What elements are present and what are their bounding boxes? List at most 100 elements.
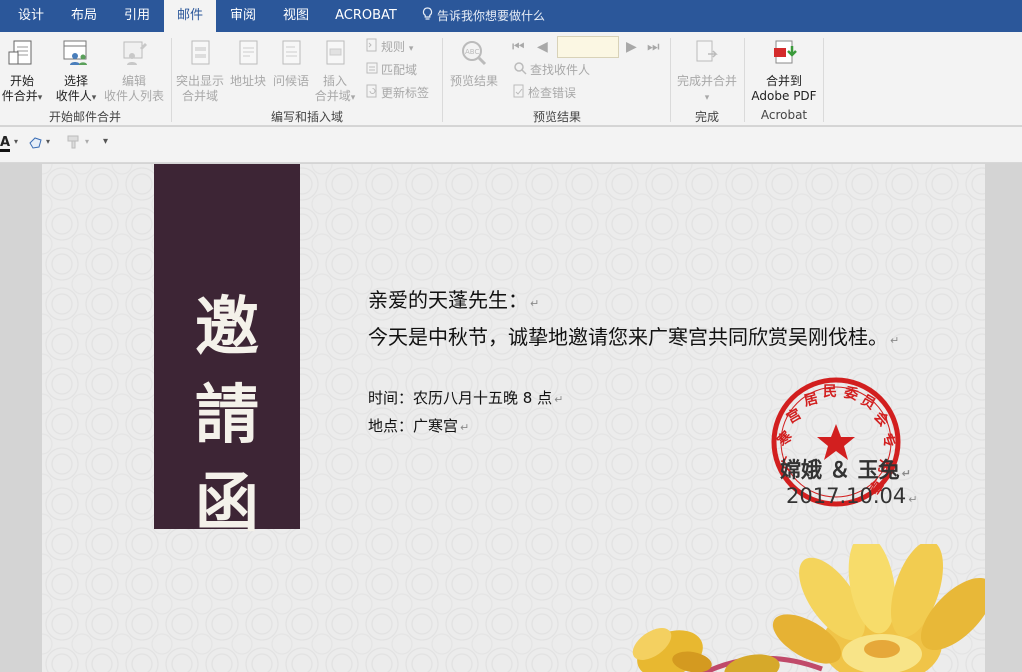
insert-field-line1: 插入 xyxy=(322,74,347,88)
dropdown-arrow-icon[interactable]: ▾ xyxy=(14,137,18,146)
paragraph-mark-icon: ↵ xyxy=(530,297,540,310)
select-recipients-button[interactable]: 选择 收件人▾ xyxy=(50,38,102,106)
edit-recipient-line2: 收件人列表 xyxy=(103,89,164,103)
date-text[interactable]: 2017.10.04 ↵ xyxy=(786,484,917,508)
edit-list-icon xyxy=(102,38,166,72)
rules-label: 规则 xyxy=(381,40,406,54)
preview-results-label: 预览结果 xyxy=(449,74,498,88)
svg-text:居: 居 xyxy=(802,391,820,410)
tab-review[interactable]: 审阅 xyxy=(218,0,268,32)
highlight-line1: 突出显示 xyxy=(175,74,224,88)
match-fields-label: 匹配域 xyxy=(381,63,418,77)
tab-mailings[interactable]: 邮件 xyxy=(164,0,216,32)
recipients-icon xyxy=(50,38,102,72)
group-label-start-merge: 开始邮件合并 xyxy=(48,110,121,124)
start-mail-merge-button[interactable]: 开始 件合并▾ xyxy=(0,38,44,106)
dropdown-arrow-icon: ▾ xyxy=(91,93,97,103)
tab-view[interactable]: 视图 xyxy=(270,0,322,32)
invitation-banner: 邀 請 函 xyxy=(154,164,300,541)
paragraph-mark-icon: ↵ xyxy=(554,393,564,406)
invitation-page[interactable]: 邀 請 函 亲爱的天蓬先生： ↵ 今天是中秋节，诚挚地邀请您来广寒宫共同欣赏吴刚伐… xyxy=(42,164,985,672)
customize-toolbar-icon[interactable]: ▾ xyxy=(103,136,108,147)
document-merge-icon xyxy=(0,38,44,72)
event-place[interactable]: 地点：广寒宫 ↵ xyxy=(368,415,469,436)
font-color-button[interactable]: A xyxy=(0,136,11,152)
acrobat-line1: 合并到 xyxy=(765,74,802,88)
edit-recipient-list-button[interactable]: 编辑 收件人列表 xyxy=(102,38,166,104)
group-label-preview: 预览结果 xyxy=(532,110,581,124)
time-line: 时间：农历八月十五晚 8 点 xyxy=(368,389,553,407)
tab-references[interactable]: 引用 xyxy=(112,0,162,32)
insert-field-icon xyxy=(312,38,358,72)
insert-merge-field-button[interactable]: 插入 合并域▾ xyxy=(312,38,358,106)
paragraph-mark-icon: ↵ xyxy=(908,493,918,506)
group-label-acrobat: Acrobat xyxy=(760,108,808,122)
last-record-button[interactable]: ⏭ xyxy=(647,38,660,56)
tab-layout[interactable]: 布局 xyxy=(58,0,110,32)
start-mail-merge-line1: 开始 xyxy=(9,74,34,88)
next-record-button[interactable]: ▶ xyxy=(626,38,637,56)
signature-text[interactable]: 嫦娥 ＆ 玉兔 ↵ xyxy=(780,454,911,484)
preview-abc-icon: ABC xyxy=(446,38,502,72)
update-labels-label: 更新标签 xyxy=(381,86,430,100)
start-mail-merge-line2: 件合并 xyxy=(1,89,38,103)
greeting-line-button[interactable]: 问候语 xyxy=(270,38,312,89)
group-separator xyxy=(670,38,671,122)
group-separator xyxy=(823,38,824,122)
lightbulb-icon xyxy=(422,1,433,33)
match-fields-button[interactable]: 匹配域 xyxy=(366,61,417,79)
edit-recipient-line1: 编辑 xyxy=(121,74,146,88)
record-number-input[interactable] xyxy=(557,36,619,58)
finish-merge-label: 完成并合并 xyxy=(676,74,737,88)
address-block-icon xyxy=(228,38,268,72)
address-block-label: 地址块 xyxy=(229,74,266,88)
tab-design[interactable]: 设计 xyxy=(6,0,56,32)
event-time[interactable]: 时间：农历八月十五晚 8 点 ↵ xyxy=(368,387,563,408)
find-recipient-button[interactable]: 查找收件人 xyxy=(513,61,590,79)
merge-to-adobe-pdf-button[interactable]: 合并到 Adobe PDF xyxy=(746,38,822,104)
check-errors-icon xyxy=(513,84,525,103)
shape-outline-icon[interactable] xyxy=(28,135,44,155)
rules-button[interactable]: 规则 ▾ xyxy=(366,38,413,56)
group-separator xyxy=(744,38,745,122)
check-errors-label: 检查错误 xyxy=(528,86,577,100)
address-block-button[interactable]: 地址块 xyxy=(228,38,268,89)
finish-merge-button[interactable]: 完成并合并 ▾ xyxy=(672,38,742,106)
lotus-flower-image xyxy=(632,544,985,672)
banner-char-2: 請 xyxy=(195,378,259,453)
check-errors-button[interactable]: 检查错误 xyxy=(513,84,576,102)
dropdown-arrow-icon[interactable]: ▾ xyxy=(85,137,89,146)
greeting-line-label: 问候语 xyxy=(272,74,309,88)
format-painter-icon[interactable] xyxy=(66,134,82,154)
banner-char-3: 函 xyxy=(195,466,259,541)
paragraph-mark-icon: ↵ xyxy=(460,421,470,434)
banner-char-1: 邀 xyxy=(195,290,259,365)
find-icon xyxy=(513,61,527,80)
previous-record-button[interactable]: ◀ xyxy=(537,38,548,56)
dropdown-arrow-icon[interactable]: ▾ xyxy=(46,137,50,146)
acrobat-line2: Adobe PDF xyxy=(751,89,817,103)
place-line: 地点：广寒宫 xyxy=(368,417,459,435)
paragraph-mark-icon: ↵ xyxy=(901,467,911,480)
select-recipients-line1: 选择 xyxy=(63,74,88,88)
update-labels-button[interactable]: 更新标签 xyxy=(366,84,429,102)
invitation-body[interactable]: 今天是中秋节，诚挚地邀请您来广寒宫共同欣赏吴刚伐桂。 ↵ xyxy=(368,321,899,350)
greeting-line: 亲爱的天蓬先生： xyxy=(368,288,528,312)
highlight-merge-fields-button[interactable]: 突出显示 合并域 xyxy=(174,38,226,104)
greeting-text[interactable]: 亲爱的天蓬先生： ↵ xyxy=(368,284,539,313)
tell-me-search[interactable]: 告诉我你想要做什么 xyxy=(422,0,545,32)
find-recipient-label: 查找收件人 xyxy=(530,63,591,77)
signature-line: 嫦娥 ＆ 玉兔 xyxy=(780,458,900,482)
match-fields-icon xyxy=(366,61,378,80)
pdf-merge-icon xyxy=(746,38,822,72)
tab-acrobat[interactable]: ACROBAT xyxy=(326,0,406,32)
tell-me-label: 告诉我你想要做什么 xyxy=(437,9,546,23)
date-line: 2017.10.04 xyxy=(786,484,907,508)
dropdown-arrow-icon: ▾ xyxy=(350,93,356,103)
first-record-button[interactable]: ⏮ xyxy=(512,38,525,56)
dropdown-arrow-icon: ▾ xyxy=(37,93,43,103)
preview-results-button[interactable]: ABC 预览结果 xyxy=(446,38,502,89)
ribbon-mailings: 开始 件合并▾ 选择 收件人▾ 编辑 收件人列表 开始邮件合并 突出显示 合并域… xyxy=(0,32,1022,126)
paragraph-mark-icon: ↵ xyxy=(890,334,900,347)
svg-text:民: 民 xyxy=(823,384,837,400)
